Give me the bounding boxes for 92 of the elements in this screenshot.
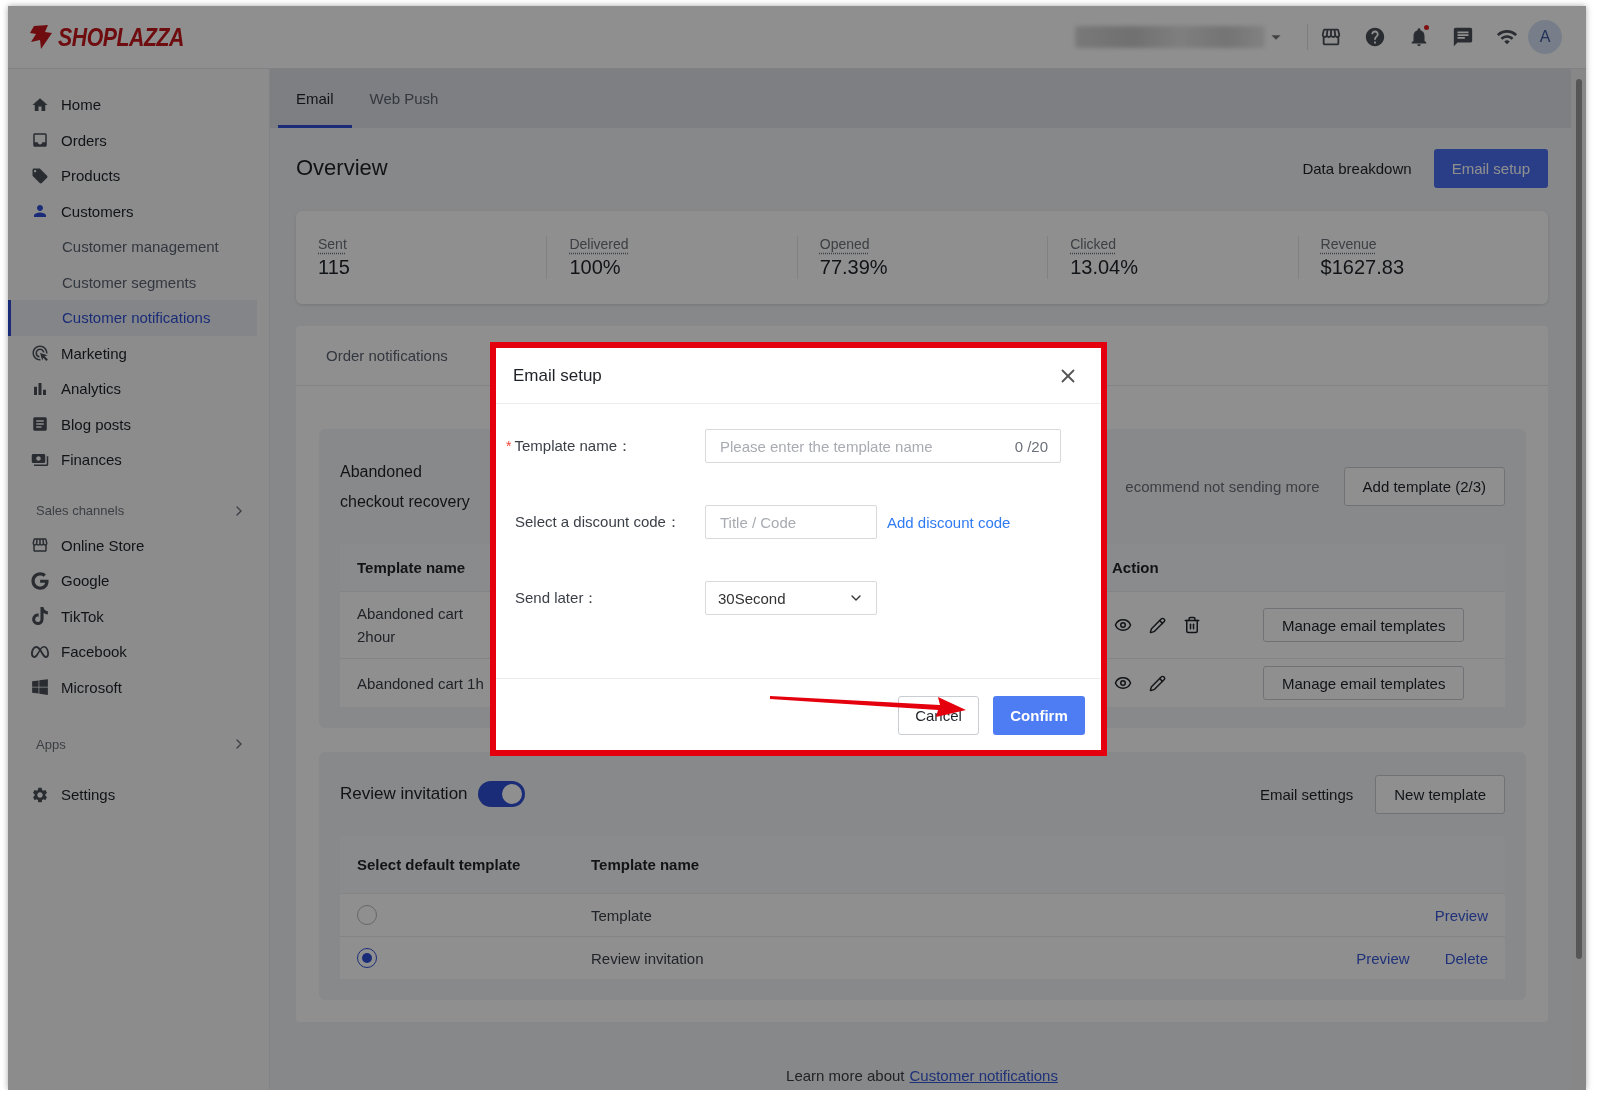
help-icon[interactable] (1364, 26, 1386, 48)
input-field[interactable]: Title / Code (705, 505, 877, 539)
sidebar-item[interactable]: Facebook (8, 634, 257, 670)
avatar[interactable]: A (1528, 20, 1562, 54)
column-header: Template name (590, 856, 701, 873)
input-field[interactable]: Please enter the template name 0 /20 (705, 429, 1061, 463)
sidebar-item[interactable]: Google (8, 563, 257, 599)
eye-icon[interactable] (1114, 616, 1132, 634)
card-title: Abandoned checkout recovery (340, 461, 471, 512)
add-discount-link[interactable]: Add discount code (887, 513, 1011, 531)
sidebar-item[interactable]: Microsoft (8, 669, 257, 705)
logo-icon (28, 24, 54, 50)
field-label: Template name： (514, 436, 632, 456)
table-cell-text: Review invitation (590, 948, 705, 969)
sidebar-item[interactable]: Blog posts (8, 406, 257, 442)
tag-icon (31, 166, 49, 185)
radio-button[interactable] (357, 948, 377, 968)
sidebar-item[interactable]: Home (8, 87, 257, 123)
sidebar-subitem[interactable]: Customer management (8, 229, 257, 265)
required-mark: * (506, 438, 512, 454)
document-icon (31, 415, 49, 434)
inbox-icon (31, 131, 49, 150)
sidebar-subitem[interactable]: Customer segments (8, 264, 257, 300)
scrollbar[interactable] (1571, 69, 1586, 1090)
letter-g-icon (31, 571, 49, 590)
field-label: Send later： (515, 588, 599, 608)
pencil-icon[interactable] (1149, 674, 1166, 692)
select-field[interactable]: 30Second (705, 581, 877, 615)
sidebar-item[interactable]: Finances (8, 442, 257, 478)
section-heading: Sales channels (36, 503, 125, 518)
sidebar-subitem[interactable]: Customer notifications (8, 300, 257, 336)
stat-value: 77.39% (819, 256, 889, 279)
stat-value: 13.04% (1070, 256, 1140, 279)
tab[interactable]: Email (278, 69, 352, 128)
row-link[interactable]: Delete (1444, 949, 1488, 967)
music-note-icon (31, 607, 49, 626)
table-cell-text: Abandoned cart 2hour (356, 604, 464, 647)
field-label: Select a discount code： (515, 512, 681, 532)
char-counter: 0 /20 (1014, 437, 1048, 455)
toggle-switch[interactable] (477, 781, 525, 807)
card-title: Review invitation (340, 784, 468, 804)
store-icon[interactable] (1320, 26, 1342, 48)
logo-text: SHOPLAZZA (58, 22, 185, 52)
manage-templates-button[interactable]: Manage email templates (1263, 666, 1465, 700)
confirm-button[interactable]: Confirm (993, 696, 1085, 735)
note-text: ecommend not sending more (1125, 478, 1320, 495)
stat-label: Clicked (1070, 236, 1117, 252)
table-cell-text: Abandoned cart 1h (356, 673, 485, 694)
data-breakdown-link[interactable]: Data breakdown (1302, 159, 1412, 177)
email-setup-button[interactable]: Email setup (1433, 148, 1548, 188)
tab[interactable]: Web Push (351, 69, 457, 128)
trash-icon[interactable] (1183, 616, 1201, 634)
cursor-click-icon (31, 344, 49, 363)
column-header: Action (1111, 559, 1160, 576)
manage-templates-button[interactable]: Manage email templates (1263, 608, 1465, 642)
sidebar-item[interactable]: Analytics (8, 371, 257, 407)
tab[interactable]: Order notifications (326, 326, 448, 385)
stat-value: 115 (318, 256, 351, 279)
radio-button[interactable] (357, 905, 377, 925)
pencil-icon[interactable] (1149, 616, 1166, 634)
gear-icon (31, 785, 49, 804)
row-link[interactable]: Preview (1356, 949, 1410, 967)
section-heading: Apps (36, 736, 66, 752)
store-icon (31, 536, 49, 555)
sidebar-item[interactable]: Online Store (8, 527, 257, 563)
sidebar-item[interactable]: TikTok (8, 598, 257, 634)
table-cell-text: Template (590, 905, 653, 926)
text-input[interactable]: Title / Code (718, 512, 864, 532)
sidebar-item[interactable]: Products (8, 158, 257, 194)
column-header: Select default template (356, 856, 522, 873)
row-link[interactable]: Preview (1434, 906, 1488, 924)
eye-icon[interactable] (1114, 674, 1132, 692)
new-template-button[interactable]: New template (1375, 774, 1505, 814)
footer-link[interactable]: Customer notifications (909, 1067, 1058, 1084)
four-squares-icon (31, 678, 49, 697)
stat-label: Revenue (1320, 236, 1377, 252)
stat-label: Delivered (569, 236, 629, 252)
sidebar-item[interactable]: Orders (8, 122, 257, 158)
stat-value: $1627.83 (1320, 256, 1405, 279)
page-title: Overview (296, 155, 388, 181)
column-header: Template name (356, 559, 467, 576)
add-template-button[interactable]: Add template (2/3) (1343, 467, 1505, 506)
footer-text: Learn more about (786, 1067, 905, 1084)
stat-value: 100% (569, 256, 622, 279)
dialog-title: Email setup (513, 365, 602, 386)
sidebar-item[interactable]: Customers (8, 193, 257, 229)
stat-label: Opened (819, 236, 870, 252)
email-settings-link[interactable]: Email settings (1259, 785, 1354, 803)
sidebar-item[interactable]: Settings (8, 777, 257, 813)
chat-icon[interactable] (1452, 26, 1474, 48)
stat-label: Sent (318, 236, 347, 252)
text-input[interactable]: Please enter the template name (718, 436, 1015, 456)
